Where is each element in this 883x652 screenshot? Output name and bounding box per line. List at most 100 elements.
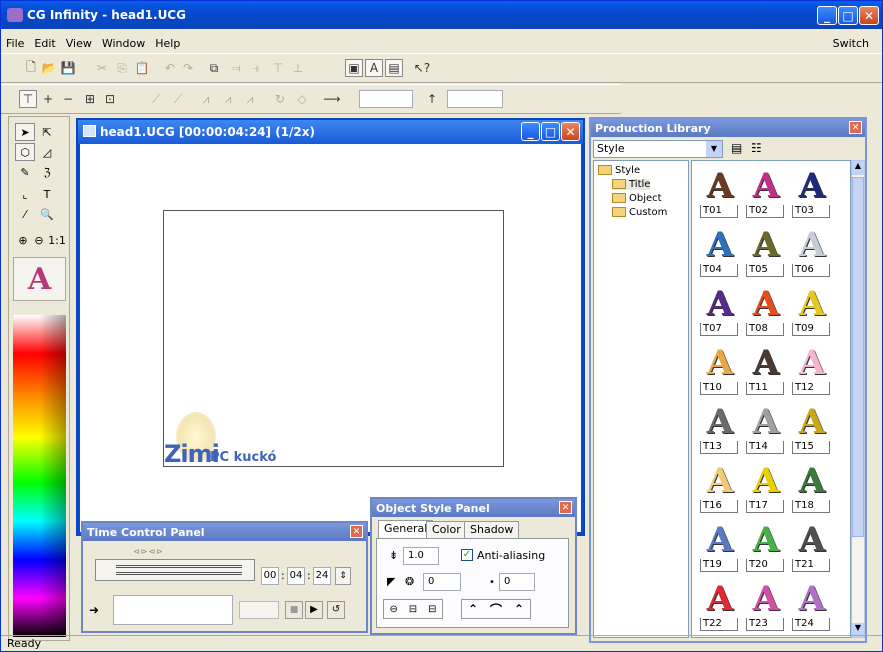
library-item[interactable]: A T08 <box>744 284 788 337</box>
library-item[interactable]: A T02 <box>744 166 788 219</box>
style-preview[interactable]: A <box>13 257 66 301</box>
minus-icon[interactable]: − <box>59 90 77 108</box>
library-item[interactable]: A T15 <box>790 402 834 455</box>
time-frames[interactable]: 24 <box>313 567 331 585</box>
document-title-bar[interactable]: head1.UCG [00:00:04:24] (1/2x) _ □ ✕ <box>78 120 583 144</box>
group-icon[interactable]: ⧉ <box>205 59 223 77</box>
doc-close-button[interactable]: ✕ <box>561 122 580 141</box>
view-monitor-icon[interactable]: ▤ <box>385 59 403 77</box>
library-item[interactable]: A T07 <box>698 284 742 337</box>
menu-help[interactable]: Help <box>150 37 185 50</box>
color-spectrum[interactable] <box>13 315 66 637</box>
line-tool-b-icon[interactable]: ⟋ <box>169 90 187 108</box>
library-item[interactable]: A T22 <box>698 579 742 632</box>
library-item[interactable]: A T10 <box>698 343 742 396</box>
tab-color[interactable]: Color <box>426 521 467 539</box>
undo-icon[interactable]: ↶ <box>161 59 179 77</box>
library-item[interactable]: A T11 <box>744 343 788 396</box>
eyedropper-icon[interactable]: ⁄ <box>15 205 35 223</box>
library-item[interactable]: A T23 <box>744 579 788 632</box>
view-title-icon[interactable]: A <box>365 59 383 77</box>
cap-square-icon[interactable]: ⊟ <box>409 604 417 615</box>
cap-flat-icon[interactable]: ⊟ <box>428 604 436 615</box>
redo-icon[interactable]: ↷ <box>179 59 197 77</box>
time-input-box[interactable] <box>113 595 233 625</box>
thickness-input[interactable]: 1.0 <box>403 547 439 565</box>
keyframe-buttons[interactable]: ⊲⊳⊲⊳ <box>133 547 203 557</box>
time-minutes[interactable]: 04 <box>287 567 305 585</box>
list-view-icon[interactable]: ▤ <box>731 141 742 155</box>
new-icon[interactable]: 🗋 <box>22 59 40 77</box>
close-button[interactable]: ✕ <box>859 6 879 25</box>
library-category-select[interactable]: Style ▼ <box>593 140 723 158</box>
library-item[interactable]: A T01 <box>698 166 742 219</box>
text-tool-icon[interactable]: T <box>37 185 57 203</box>
cap-round-icon[interactable]: ⊖ <box>389 604 397 615</box>
join-round-icon[interactable]: ⌒ <box>490 601 502 618</box>
chevron-down-icon[interactable]: ▼ <box>706 141 722 157</box>
library-item[interactable]: A T13 <box>698 402 742 455</box>
canvas-area[interactable]: Zimi PC kuckó <box>80 144 581 532</box>
cut-icon[interactable]: ✂ <box>93 59 111 77</box>
align-bottom-icon[interactable]: ⊥ <box>289 59 307 77</box>
node-select-icon[interactable]: ⇱ <box>37 123 57 141</box>
open-icon[interactable]: 📂 <box>40 59 58 77</box>
node-c-icon[interactable]: ⩘ <box>241 90 259 108</box>
select-arrow-icon[interactable]: ➤ <box>15 123 35 141</box>
style-panel-title-bar[interactable]: Object Style Panel ✕ <box>372 499 575 517</box>
polygon-icon[interactable]: ⬡ <box>15 143 35 161</box>
join-miter-icon[interactable]: ⌃ <box>468 602 478 616</box>
library-item[interactable]: A T06 <box>790 225 834 278</box>
tree-root-style[interactable]: Style <box>598 165 640 176</box>
paste-icon[interactable]: 📋 <box>133 59 151 77</box>
corner-icon[interactable]: ⌞ <box>15 185 35 203</box>
library-title-bar[interactable]: Production Library ✕ <box>591 119 865 137</box>
library-item[interactable]: A T21 <box>790 520 834 573</box>
library-item[interactable]: A T17 <box>744 461 788 514</box>
zoom-actual-icon[interactable]: 1:1 <box>47 231 67 249</box>
library-item[interactable]: A T20 <box>744 520 788 573</box>
motion-path-icon[interactable]: ℨ <box>37 163 57 181</box>
library-item[interactable]: A T04 <box>698 225 742 278</box>
time-panel-close-icon[interactable]: ✕ <box>350 525 363 538</box>
time-panel-title-bar[interactable]: Time Control Panel ✕ <box>83 523 366 541</box>
style-panel-close-icon[interactable]: ✕ <box>559 501 572 514</box>
detail-view-icon[interactable]: ☷ <box>751 141 762 155</box>
align-top-icon[interactable]: ⊤ <box>269 59 287 77</box>
diamond-icon[interactable]: ◇ <box>293 90 311 108</box>
play-icon[interactable]: ▶ <box>305 601 323 619</box>
library-scrollbar[interactable]: ▲ ▼ <box>851 160 865 638</box>
menu-view[interactable]: View <box>61 37 97 50</box>
time-spinner-icon[interactable]: ⇕ <box>335 567 351 585</box>
align-right-icon[interactable]: ⫣ <box>247 59 265 77</box>
library-close-icon[interactable]: ✕ <box>849 121 862 134</box>
menu-edit[interactable]: Edit <box>29 37 60 50</box>
grid-icon[interactable]: ⊞ <box>81 90 99 108</box>
copy-icon[interactable]: ⎘ <box>113 59 131 77</box>
value-a-input[interactable]: 0 <box>423 573 461 591</box>
maximize-button[interactable]: □ <box>838 6 858 25</box>
library-item[interactable]: A T19 <box>698 520 742 573</box>
tree-item-custom[interactable]: Custom <box>612 207 667 218</box>
tree-item-object[interactable]: Object <box>612 193 662 204</box>
path-icon[interactable]: ◿ <box>37 143 57 161</box>
rotate-icon[interactable]: ↻ <box>271 90 289 108</box>
tab-shadow[interactable]: Shadow <box>464 521 520 539</box>
plus-icon[interactable]: + <box>39 90 57 108</box>
minimize-button[interactable]: _ <box>817 6 837 25</box>
library-item[interactable]: A T14 <box>744 402 788 455</box>
scroll-up-icon[interactable]: ▲ <box>852 161 864 175</box>
frame-icon[interactable]: ⊡ <box>101 90 119 108</box>
library-item[interactable]: A T09 <box>790 284 834 337</box>
save-icon[interactable]: 💾 <box>59 59 77 77</box>
menu-file[interactable]: File <box>1 37 29 50</box>
title-bar[interactable]: CG Infinity - head1.UCG _ □ ✕ <box>1 1 882 29</box>
scroll-thumb[interactable] <box>852 177 864 537</box>
pin-icon[interactable]: ⊤ <box>19 90 37 108</box>
node-a-icon[interactable]: ⩘ <box>197 90 215 108</box>
library-item[interactable]: A T05 <box>744 225 788 278</box>
library-item[interactable]: A T24 <box>790 579 834 632</box>
value-b-input[interactable]: 0 <box>499 573 535 591</box>
library-item[interactable]: A T16 <box>698 461 742 514</box>
align-left-icon[interactable]: ⫤ <box>227 59 245 77</box>
